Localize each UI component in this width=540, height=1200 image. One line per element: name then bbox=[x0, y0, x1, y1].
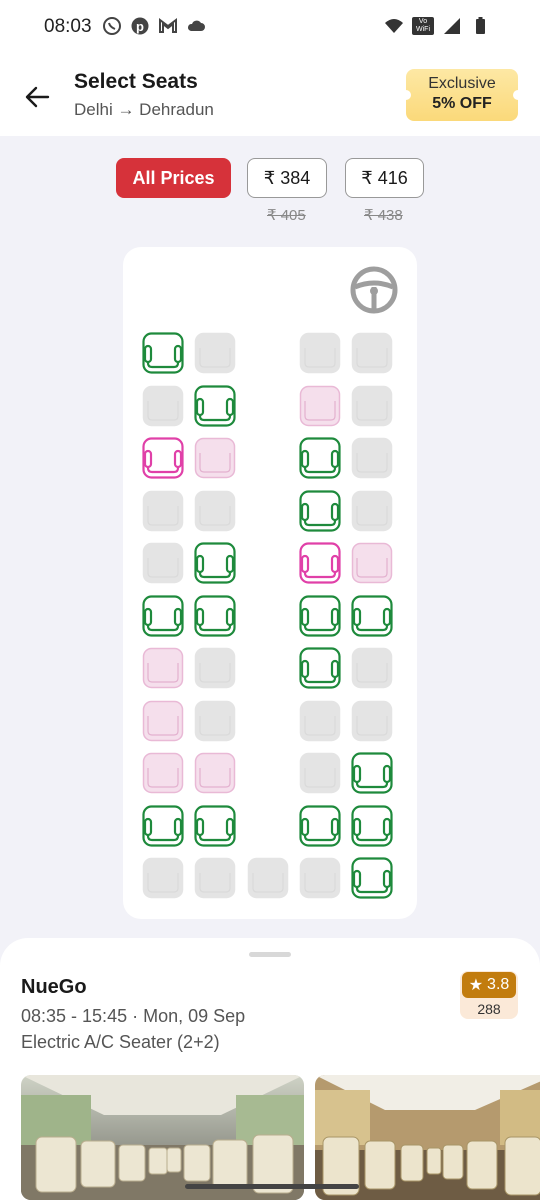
seat-booked bbox=[194, 490, 236, 532]
seat-booked-ladies bbox=[194, 752, 236, 794]
exclusive-offer-badge[interactable]: Exclusive 5% OFF bbox=[401, 69, 523, 121]
offer-notch-left bbox=[401, 90, 411, 100]
battery-icon bbox=[476, 17, 485, 34]
bus-interior-image-2 bbox=[315, 1075, 540, 1200]
seat-booked bbox=[194, 647, 236, 689]
vowifi-icon: Vo WiFi bbox=[412, 17, 434, 35]
route-subtitle: Delhi → Dehradun bbox=[74, 100, 214, 119]
seat-available[interactable] bbox=[299, 437, 341, 479]
seat-available[interactable] bbox=[194, 384, 236, 427]
bus-interior-image bbox=[21, 1075, 304, 1200]
seat-available[interactable] bbox=[142, 594, 184, 637]
back-arrow-icon[interactable] bbox=[22, 82, 52, 112]
seat-booked bbox=[194, 332, 236, 374]
bus-details-sheet: NueGo 08:35 - 15:45 · Mon, 09 Sep Electr… bbox=[0, 938, 540, 1200]
seat-booked-ladies bbox=[194, 437, 236, 479]
seat-available[interactable] bbox=[194, 594, 236, 637]
seat-booked bbox=[351, 437, 393, 479]
seat-available[interactable] bbox=[351, 804, 393, 847]
operator-name: NueGo bbox=[21, 976, 87, 998]
seat-booked bbox=[194, 857, 236, 899]
filter-price-416[interactable]: ₹ 416 bbox=[345, 158, 424, 198]
rating-count: 288 bbox=[477, 1001, 501, 1017]
svg-text:p: p bbox=[136, 19, 144, 34]
status-time: 08:03 bbox=[44, 16, 92, 37]
pinterest-icon: p bbox=[131, 17, 149, 35]
seat-booked-ladies bbox=[299, 385, 341, 427]
bus-type: Electric A/C Seater (2+2) bbox=[21, 1032, 220, 1052]
seat-available[interactable] bbox=[351, 752, 393, 794]
seat-available[interactable] bbox=[142, 804, 184, 847]
seat-available[interactable] bbox=[299, 594, 341, 637]
seat-available[interactable] bbox=[194, 804, 236, 847]
offer-label: Exclusive bbox=[428, 75, 496, 92]
seat-booked bbox=[299, 700, 341, 742]
system-nav-handle[interactable] bbox=[185, 1184, 359, 1189]
seat-booked bbox=[299, 332, 341, 374]
rating-value-box: ★ 3.8 bbox=[462, 972, 516, 998]
sheet-drag-handle[interactable] bbox=[249, 952, 291, 957]
seat-booked bbox=[142, 857, 184, 899]
seat-booked-ladies bbox=[142, 647, 184, 689]
bus-interior-photo-2[interactable] bbox=[315, 1075, 540, 1200]
signal-icon bbox=[444, 18, 460, 34]
seat-booked bbox=[142, 542, 184, 584]
seat-available[interactable] bbox=[299, 647, 341, 689]
seat-ladies[interactable] bbox=[299, 542, 341, 584]
seat-booked bbox=[351, 332, 393, 374]
status-bar: 08:03 p Vo WiFi bbox=[0, 0, 540, 52]
seat-available[interactable] bbox=[142, 332, 184, 374]
steering-wheel-icon bbox=[350, 266, 398, 314]
cloud-icon bbox=[187, 20, 205, 31]
original-price-405: ₹ 405 bbox=[267, 207, 306, 224]
original-price-438: ₹ 438 bbox=[364, 207, 403, 224]
offer-discount: 5% OFF bbox=[432, 95, 492, 112]
bus-interior-photo[interactable] bbox=[21, 1075, 304, 1200]
star-icon: ★ bbox=[468, 977, 484, 994]
seat-booked bbox=[351, 490, 393, 532]
seat-available[interactable] bbox=[194, 542, 236, 584]
app-header: Select Seats Delhi → Dehradun Exclusive … bbox=[0, 52, 540, 136]
seat-booked bbox=[194, 700, 236, 742]
filter-all-prices[interactable]: All Prices bbox=[116, 158, 231, 198]
seat-booked-ladies bbox=[142, 700, 184, 742]
seat-available[interactable] bbox=[299, 489, 341, 532]
page-title: Select Seats bbox=[74, 70, 198, 93]
seat-available[interactable] bbox=[299, 804, 341, 847]
seat-booked-ladies bbox=[351, 542, 393, 584]
gmail-icon bbox=[159, 18, 177, 33]
seat-booked bbox=[142, 490, 184, 532]
seat-booked-ladies bbox=[142, 752, 184, 794]
seat-booked bbox=[351, 647, 393, 689]
trip-timing: 08:35 - 15:45 · Mon, 09 Sep bbox=[21, 1006, 246, 1026]
seat-available[interactable] bbox=[351, 857, 393, 899]
seat-booked bbox=[351, 700, 393, 742]
seat-booked bbox=[351, 385, 393, 427]
seat-booked bbox=[247, 857, 289, 899]
filter-price-384[interactable]: ₹ 384 bbox=[247, 158, 327, 198]
seat-available[interactable] bbox=[351, 594, 393, 637]
notification-icons: p bbox=[102, 16, 206, 36]
system-icons: Vo WiFi bbox=[384, 16, 490, 36]
rating-badge[interactable]: ★ 3.8 288 bbox=[460, 971, 518, 1019]
seat-booked bbox=[299, 857, 341, 899]
whatsapp-icon bbox=[103, 17, 121, 35]
seat-ladies[interactable] bbox=[142, 437, 184, 479]
rating-value: 3.8 bbox=[487, 976, 510, 993]
offer-notch-right bbox=[513, 90, 523, 100]
seat-booked bbox=[142, 385, 184, 427]
seat-booked bbox=[299, 752, 341, 794]
wifi-icon bbox=[385, 19, 403, 33]
